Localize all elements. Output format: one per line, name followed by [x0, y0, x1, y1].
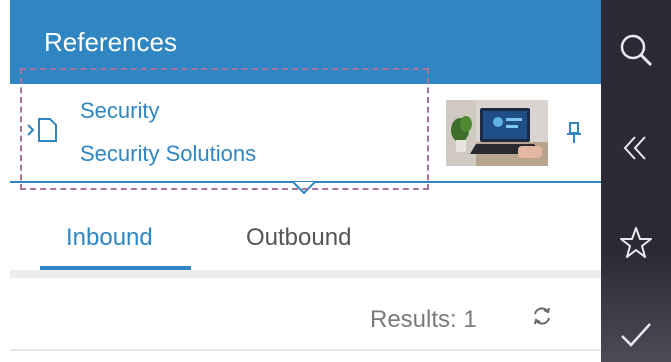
- left-gutter: [0, 0, 10, 362]
- callout-pointer: [293, 182, 315, 194]
- references-panel: References Security Security Solutions I…: [10, 0, 601, 362]
- results-divider: [10, 349, 601, 351]
- star-icon[interactable]: [619, 226, 653, 260]
- double-chevron-left-icon[interactable]: [619, 131, 653, 165]
- search-icon[interactable]: [619, 33, 653, 67]
- reference-thumbnail: [446, 100, 548, 166]
- pin-icon[interactable]: [566, 121, 582, 145]
- tabs-divider: [10, 270, 601, 278]
- panel-title: References: [44, 27, 177, 57]
- panel-header: References: [10, 0, 601, 84]
- reference-subtitle[interactable]: Security Solutions: [80, 141, 256, 167]
- side-rail: [601, 0, 671, 362]
- document-arrow-icon: [27, 118, 57, 142]
- references-app: References Security Security Solutions I…: [0, 0, 671, 362]
- reference-title[interactable]: Security: [80, 98, 159, 124]
- tab-inbound[interactable]: Inbound: [66, 224, 153, 252]
- results-count: Results: 1: [370, 306, 477, 333]
- refresh-icon[interactable]: [529, 303, 555, 329]
- check-icon[interactable]: [619, 320, 653, 354]
- tab-outbound[interactable]: Outbound: [246, 224, 351, 252]
